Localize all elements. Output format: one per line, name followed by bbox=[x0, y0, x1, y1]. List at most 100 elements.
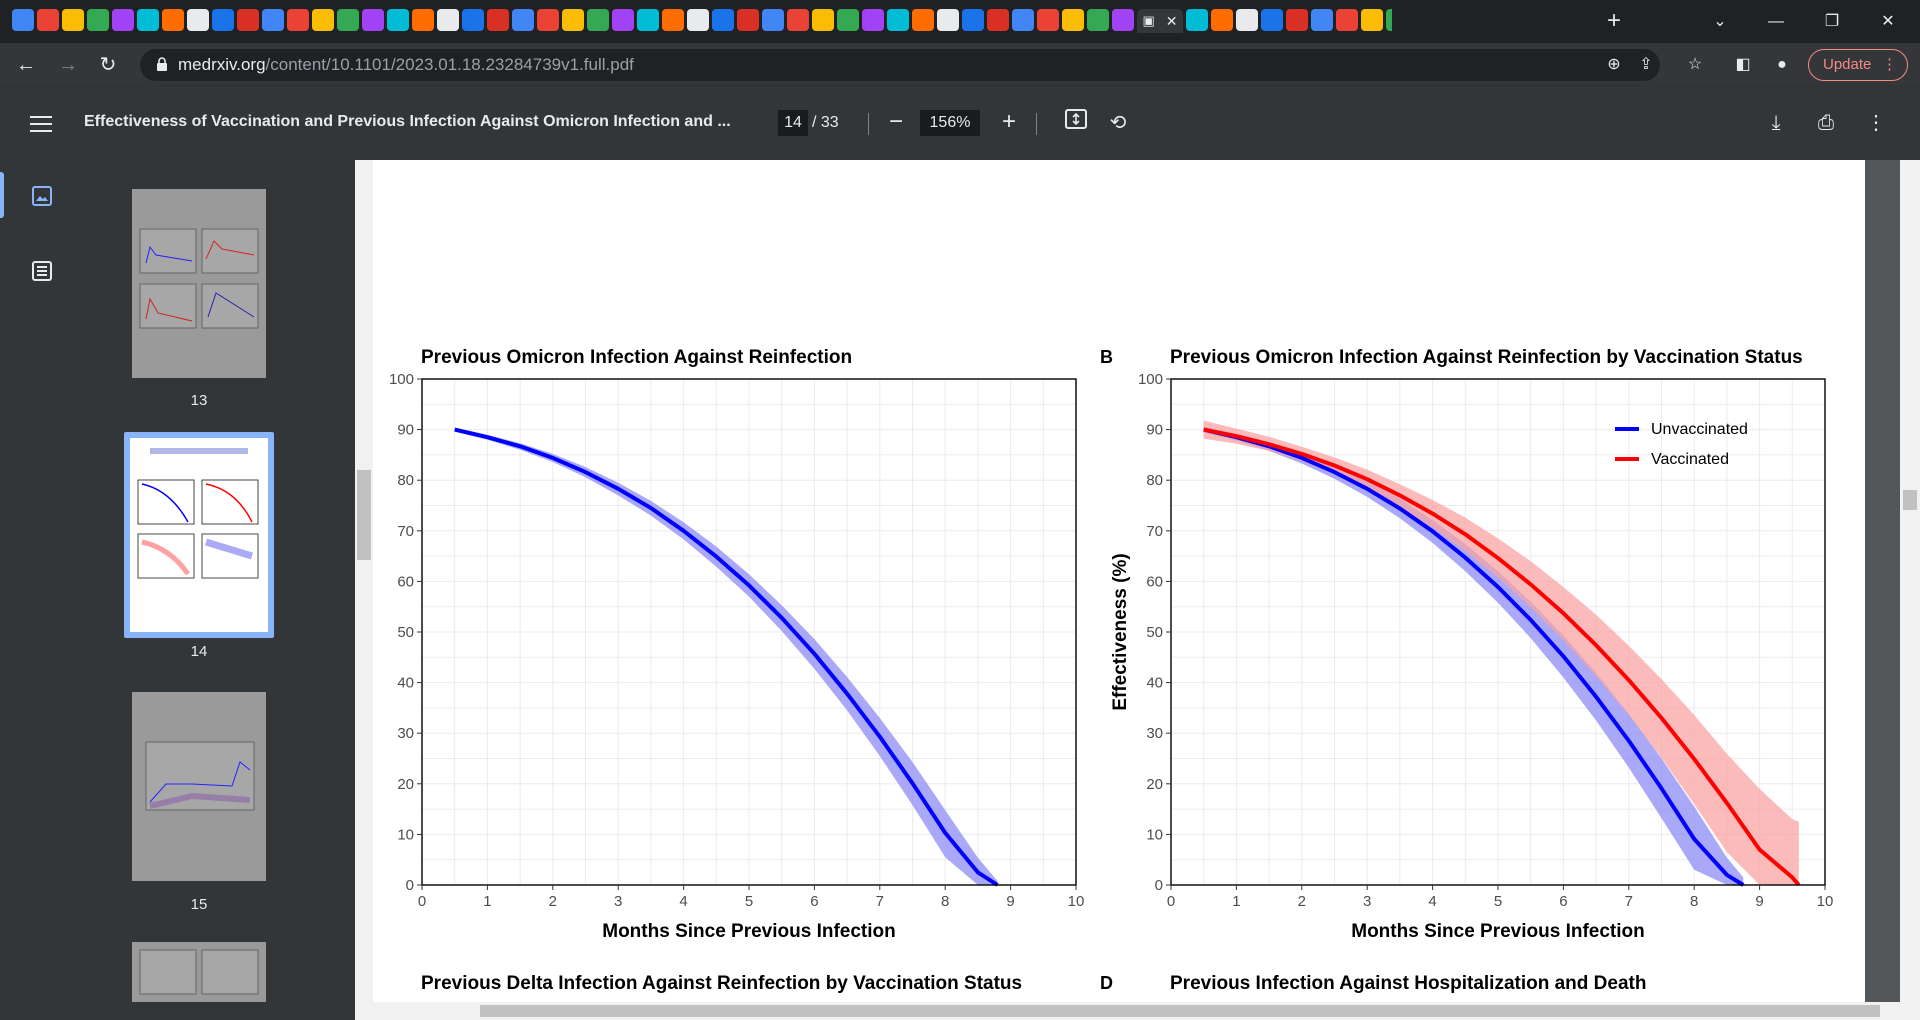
tab-favicon[interactable] bbox=[1311, 9, 1333, 31]
tab-favicon[interactable] bbox=[1037, 9, 1059, 31]
tab-favicon[interactable] bbox=[1336, 9, 1358, 31]
tab-favicon[interactable] bbox=[1087, 9, 1109, 31]
tab-favicon[interactable] bbox=[312, 9, 334, 31]
tab-favicon[interactable] bbox=[912, 9, 934, 31]
y-tick-label: 10 bbox=[397, 826, 414, 843]
page-thumbnail-16[interactable] bbox=[132, 942, 266, 1002]
tab-favicon[interactable] bbox=[12, 9, 34, 31]
page-thumbnail-14[interactable] bbox=[130, 438, 268, 632]
update-button[interactable]: Update ⋮ bbox=[1808, 49, 1908, 81]
horizontal-scrollbar-thumb[interactable] bbox=[480, 1005, 1880, 1017]
tab-favicon[interactable] bbox=[1286, 9, 1308, 31]
star-icon[interactable]: ☆ bbox=[1683, 53, 1707, 77]
tab-favicon[interactable] bbox=[337, 9, 359, 31]
tab-favicon[interactable] bbox=[587, 9, 609, 31]
thumbnail-view-icon[interactable] bbox=[30, 184, 54, 208]
tab-favicon[interactable] bbox=[987, 9, 1009, 31]
print-icon[interactable]: ⎙ bbox=[1812, 109, 1840, 137]
x-tick-label: 10 bbox=[1068, 893, 1085, 910]
y-tick-label: 30 bbox=[397, 725, 414, 742]
close-icon[interactable]: ✕ bbox=[1868, 8, 1908, 36]
tab-close-icon[interactable]: ✕ bbox=[1166, 13, 1178, 30]
chevron-down-icon[interactable]: ⌄ bbox=[1700, 8, 1740, 36]
tab-favicon[interactable] bbox=[512, 9, 534, 31]
tab-favicon[interactable] bbox=[287, 9, 309, 31]
menu-icon[interactable] bbox=[30, 116, 52, 132]
y-tick-label: 100 bbox=[1138, 371, 1163, 388]
y-tick-label: 0 bbox=[1155, 877, 1163, 894]
tab-favicon[interactable] bbox=[1186, 9, 1208, 31]
tab-favicon[interactable] bbox=[1261, 9, 1283, 31]
vertical-scrollbar[interactable] bbox=[1900, 160, 1920, 1002]
tab-favicon[interactable] bbox=[662, 9, 684, 31]
tab-favicon[interactable] bbox=[412, 9, 434, 31]
tab-favicon[interactable] bbox=[162, 9, 184, 31]
tab-favicon[interactable] bbox=[537, 9, 559, 31]
fit-page-icon[interactable] bbox=[1062, 109, 1090, 137]
left-scrollbar-thumb[interactable] bbox=[357, 470, 371, 560]
new-tab-button[interactable]: + bbox=[1600, 8, 1628, 36]
more-vert-icon[interactable]: ⋮ bbox=[1862, 109, 1890, 137]
tab-favicon[interactable] bbox=[1211, 9, 1233, 31]
share-icon[interactable]: ⇪ bbox=[1634, 53, 1658, 77]
zoom-in-icon[interactable]: + bbox=[995, 109, 1023, 137]
tab-favicon[interactable] bbox=[437, 9, 459, 31]
tab-favicon[interactable] bbox=[712, 9, 734, 31]
tab-favicon[interactable] bbox=[637, 9, 659, 31]
vertical-scrollbar-thumb[interactable] bbox=[1903, 490, 1917, 510]
tab-favicon[interactable] bbox=[462, 9, 484, 31]
tab-favicon[interactable] bbox=[37, 9, 59, 31]
tab-favicons: ▣ ✕ bbox=[12, 9, 1392, 33]
outline-view-icon[interactable] bbox=[30, 259, 54, 283]
forward-icon[interactable]: → bbox=[54, 51, 82, 79]
zoom-out-icon[interactable]: − bbox=[882, 109, 910, 137]
left-scrollbar[interactable] bbox=[355, 160, 373, 1002]
tab-favicon[interactable] bbox=[262, 9, 284, 31]
tab-favicon[interactable] bbox=[112, 9, 134, 31]
tab-favicon[interactable] bbox=[237, 9, 259, 31]
tab-favicon[interactable] bbox=[187, 9, 209, 31]
x-axis-label: Months Since Previous Infection bbox=[602, 921, 896, 942]
rotate-icon[interactable]: ⟲ bbox=[1104, 109, 1132, 137]
tab-favicon[interactable] bbox=[137, 9, 159, 31]
tab-favicon[interactable] bbox=[612, 9, 634, 31]
tab-favicon[interactable] bbox=[487, 9, 509, 31]
tab-favicon[interactable] bbox=[1361, 9, 1383, 31]
tab-favicon[interactable] bbox=[1112, 9, 1134, 31]
active-tab[interactable]: ▣ ✕ bbox=[1137, 9, 1183, 33]
page-thumbnail-13[interactable] bbox=[132, 189, 266, 378]
tab-favicon[interactable] bbox=[787, 9, 809, 31]
tab-favicon[interactable] bbox=[1012, 9, 1034, 31]
download-icon[interactable]: ⤓ bbox=[1762, 109, 1790, 137]
page-number-input[interactable]: 14 bbox=[778, 110, 808, 136]
tab-favicon[interactable] bbox=[562, 9, 584, 31]
side-panel-icon[interactable]: ◧ bbox=[1731, 53, 1755, 77]
back-icon[interactable]: ← bbox=[12, 51, 40, 79]
maximize-icon[interactable]: ❐ bbox=[1812, 8, 1852, 36]
tab-favicon[interactable] bbox=[687, 9, 709, 31]
tab-favicon[interactable] bbox=[862, 9, 884, 31]
tab-favicon[interactable] bbox=[87, 9, 109, 31]
tab-favicon[interactable] bbox=[1062, 9, 1084, 31]
zoom-input[interactable]: 156% bbox=[920, 110, 980, 136]
tab-favicon[interactable] bbox=[962, 9, 984, 31]
page-thumbnail-15[interactable] bbox=[132, 692, 266, 881]
minimize-icon[interactable]: — bbox=[1756, 8, 1796, 36]
tab-favicon[interactable] bbox=[1386, 9, 1392, 31]
tab-favicon[interactable] bbox=[62, 9, 84, 31]
tab-favicon[interactable] bbox=[887, 9, 909, 31]
tab-favicon[interactable] bbox=[762, 9, 784, 31]
tab-favicon[interactable] bbox=[812, 9, 834, 31]
tab-favicon[interactable] bbox=[212, 9, 234, 31]
tab-favicon[interactable] bbox=[362, 9, 384, 31]
tab-favicon[interactable] bbox=[737, 9, 759, 31]
y-tick-label: 10 bbox=[1146, 826, 1163, 843]
tab-favicon[interactable] bbox=[387, 9, 409, 31]
tab-favicon[interactable] bbox=[1236, 9, 1258, 31]
tab-favicon[interactable] bbox=[837, 9, 859, 31]
reload-icon[interactable]: ↻ bbox=[94, 51, 122, 79]
address-bar[interactable]: medrxiv.org/content/10.1101/2023.01.18.2… bbox=[140, 49, 1660, 81]
zoom-icon[interactable]: ⊕ bbox=[1602, 53, 1626, 77]
tab-favicon[interactable] bbox=[937, 9, 959, 31]
profile-icon[interactable]: ● bbox=[1770, 53, 1794, 77]
